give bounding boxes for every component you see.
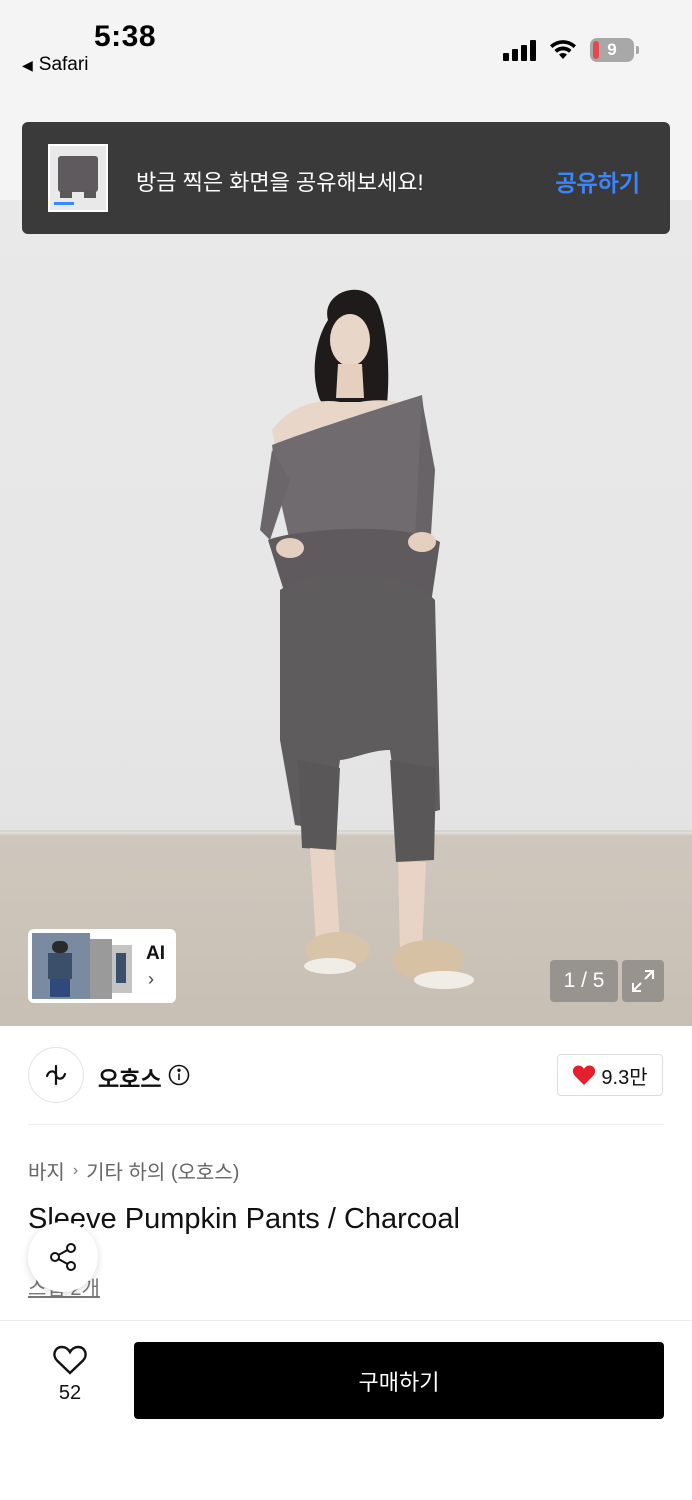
brand-like-count: 9.3만 bbox=[601, 1066, 648, 1089]
ai-label: AI bbox=[146, 943, 165, 964]
cellular-signal-icon bbox=[503, 39, 536, 61]
battery-icon: 9 bbox=[590, 38, 639, 62]
chevron-right-icon: › bbox=[148, 969, 154, 989]
heart-outline-icon bbox=[53, 1345, 87, 1375]
product-image[interactable] bbox=[0, 200, 692, 1026]
brand-logo[interactable] bbox=[28, 1047, 84, 1103]
back-app-label: Safari bbox=[38, 54, 89, 75]
image-pager: 1 / 5 bbox=[550, 960, 618, 1002]
chevron-right-icon: › bbox=[72, 1161, 79, 1179]
share-screenshot-toast: 방금 찍은 화면을 공유해보세요! 공유하기 bbox=[22, 122, 670, 234]
toast-message: 방금 찍은 화면을 공유해보세요! bbox=[136, 170, 424, 195]
expand-image-button[interactable] bbox=[622, 960, 664, 1002]
breadcrumb-subcategory[interactable]: 기타 하의 (오호스) bbox=[86, 1156, 239, 1185]
model-photo bbox=[260, 289, 474, 989]
bottom-bar-divider bbox=[0, 1320, 692, 1321]
product-title: Sleeve Pumpkin Pants / Charcoal bbox=[28, 1203, 460, 1235]
ai-recommend-chip[interactable]: AI › bbox=[28, 929, 176, 1003]
back-to-app-link[interactable]: ◀ Safari bbox=[22, 54, 88, 76]
battery-level: 9 bbox=[607, 40, 617, 59]
brand-logo-icon bbox=[45, 1064, 67, 1086]
wishlist-count: 52 bbox=[58, 1382, 82, 1404]
brand-name[interactable]: 오호스 bbox=[98, 1060, 161, 1094]
breadcrumb: 바지 › 기타 하의 (오호스) bbox=[28, 1156, 239, 1185]
info-icon[interactable] bbox=[168, 1064, 190, 1086]
buy-button[interactable]: 구매하기 bbox=[134, 1342, 664, 1419]
brand-like-button[interactable]: 9.3만 bbox=[557, 1054, 663, 1096]
share-fab-button[interactable] bbox=[28, 1222, 98, 1292]
status-time: 5:38 bbox=[94, 20, 157, 53]
share-icon bbox=[50, 1243, 76, 1271]
breadcrumb-category[interactable]: 바지 bbox=[28, 1156, 65, 1185]
expand-icon bbox=[632, 970, 654, 992]
wifi-icon bbox=[550, 40, 576, 59]
divider bbox=[28, 1124, 664, 1125]
status-icons: 9 bbox=[503, 38, 639, 62]
wishlist-button[interactable]: 52 bbox=[40, 1344, 100, 1405]
ai-outfit-thumbnails bbox=[32, 933, 132, 999]
share-button[interactable]: 공유하기 bbox=[555, 164, 640, 198]
back-triangle-icon: ◀ bbox=[22, 56, 33, 73]
heart-filled-icon bbox=[573, 1065, 596, 1085]
screenshot-thumbnail[interactable] bbox=[48, 144, 108, 212]
